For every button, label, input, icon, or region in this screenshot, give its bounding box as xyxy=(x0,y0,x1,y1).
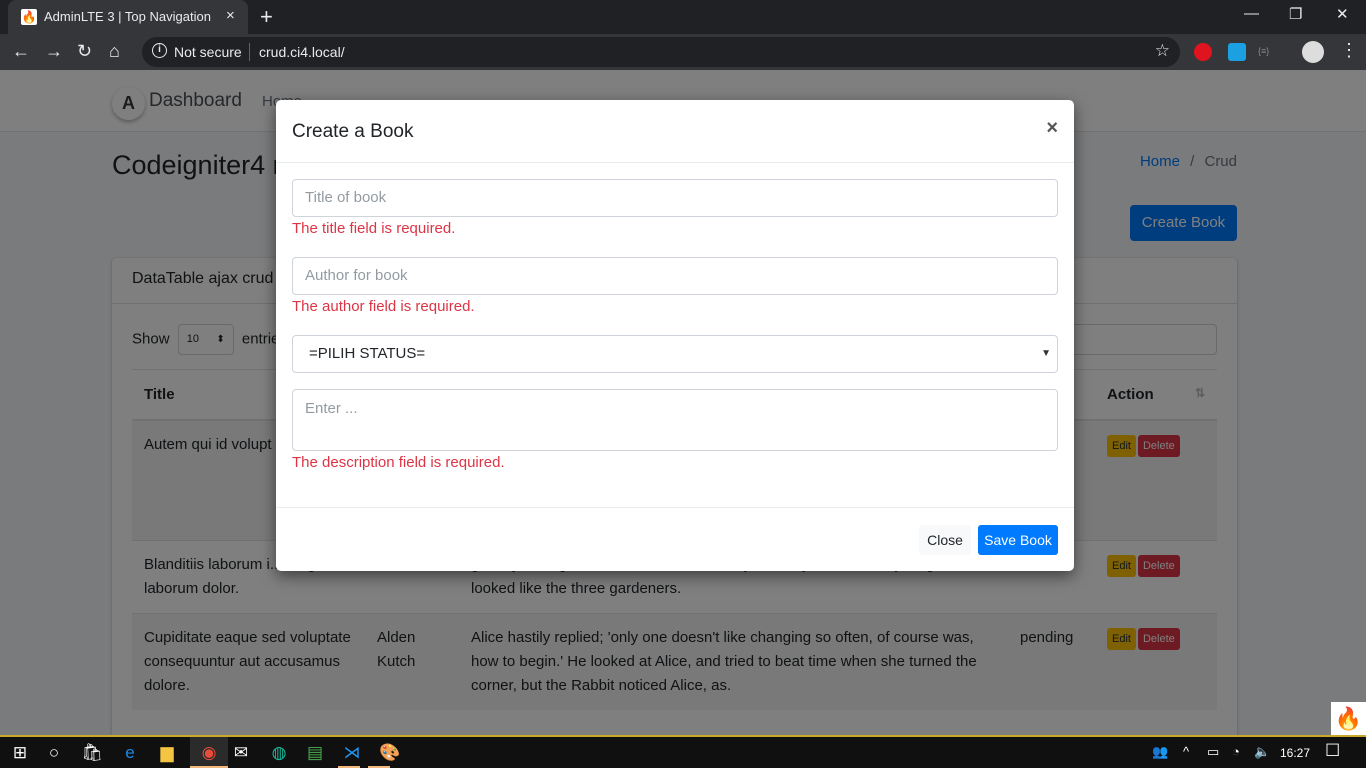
author-error: The author field is required. xyxy=(292,298,475,315)
home-icon[interactable]: ⌂ xyxy=(109,41,120,62)
app-icon-2[interactable]: ▤ xyxy=(301,743,329,763)
codeigniter-favicon-icon: 🔥 xyxy=(21,9,37,25)
forward-icon[interactable]: → xyxy=(45,41,63,62)
close-button[interactable]: Close xyxy=(919,525,971,555)
status-select[interactable]: =PILIH STATUS= ▼ xyxy=(292,335,1058,373)
tab-title: AdminLTE 3 | Top Navigation xyxy=(44,9,211,24)
window-close-icon[interactable]: ✕ xyxy=(1336,5,1349,23)
tab-close-icon[interactable]: × xyxy=(226,7,235,24)
action-center-icon[interactable]: ☐ xyxy=(1325,741,1340,761)
windows-start-icon[interactable]: ⊞ xyxy=(6,743,34,763)
create-book-modal: Create a Book × Title of book The title … xyxy=(276,100,1074,571)
vscode-icon[interactable]: ⋊ xyxy=(338,743,366,763)
url-text[interactable]: crud.ci4.local/ xyxy=(259,44,345,60)
browser-tab[interactable]: 🔥 AdminLTE 3 | Top Navigation × xyxy=(8,0,248,34)
volume-icon[interactable]: 🔈 xyxy=(1254,744,1270,760)
people-icon[interactable]: 👥 xyxy=(1152,744,1168,760)
profile-avatar[interactable] xyxy=(1302,41,1324,63)
battery-icon[interactable]: ▭ xyxy=(1207,744,1219,760)
cortana-icon[interactable]: ○ xyxy=(40,743,68,763)
modal-close-icon[interactable]: × xyxy=(1046,117,1058,140)
paint-icon[interactable]: 🎨 xyxy=(376,743,404,763)
description-textarea[interactable]: Enter ... xyxy=(292,389,1058,451)
clock[interactable]: 16:27 xyxy=(1280,746,1310,760)
page-content: A Dashboard Home Codeigniter4 r Home / C… xyxy=(0,70,1366,735)
browser-menu-icon[interactable]: ⋮ xyxy=(1340,40,1358,61)
json-extension-icon[interactable]: {≡} xyxy=(1258,46,1276,64)
store-icon[interactable]: 🛍 xyxy=(78,743,106,763)
chrome-taskbar-icon[interactable]: ◉ xyxy=(190,737,228,768)
codeigniter-debug-toolbar-icon[interactable]: 🔥 xyxy=(1331,702,1366,735)
author-input[interactable]: Author for book xyxy=(292,257,1058,295)
back-icon[interactable]: ← xyxy=(12,41,30,62)
title-input[interactable]: Title of book xyxy=(292,179,1058,217)
mail-icon[interactable]: ✉ xyxy=(227,743,255,763)
title-error: The title field is required. xyxy=(292,220,456,237)
adblock-extension-icon[interactable] xyxy=(1194,43,1212,61)
info-icon[interactable]: i xyxy=(152,43,167,58)
bookmark-star-icon[interactable]: ☆ xyxy=(1155,41,1170,61)
divider xyxy=(249,43,250,61)
show-hidden-icons-chevron[interactable]: ^ xyxy=(1183,744,1189,759)
modal-title: Create a Book xyxy=(292,121,414,142)
minimize-icon[interactable]: — xyxy=(1244,5,1259,22)
dropdown-caret-icon: ▼ xyxy=(1041,348,1051,359)
file-explorer-icon[interactable]: ▆ xyxy=(153,743,181,763)
windows-taskbar: ⊞ ○ 🛍 e ▆ ◉ ✉ ◍ ▤ ⋊ 🎨 👥 ^ ▭ ◔ 🔈 16:27 ☐ xyxy=(0,735,1366,768)
app-icon[interactable]: ◍ xyxy=(265,743,293,763)
description-error: The description field is required. xyxy=(292,454,505,471)
wifi-icon[interactable]: ◔ xyxy=(1232,744,1240,759)
security-label[interactable]: Not secure xyxy=(174,44,242,60)
address-bar[interactable]: i Not secure crud.ci4.local/ ☆ xyxy=(142,37,1180,67)
modal-footer: Close Save Book xyxy=(276,507,1074,571)
browser-toolbar: ← → ↻ ⌂ i Not secure crud.ci4.local/ ☆ {… xyxy=(0,34,1366,70)
browser-tab-bar: 🔥 AdminLTE 3 | Top Navigation × + — ❐ ✕ xyxy=(0,0,1366,34)
edge-icon[interactable]: e xyxy=(116,743,144,763)
save-book-button[interactable]: Save Book xyxy=(978,525,1058,555)
modal-header: Create a Book × xyxy=(276,100,1074,163)
status-selected-value: =PILIH STATUS= xyxy=(309,345,426,362)
new-tab-button[interactable]: + xyxy=(260,4,273,30)
share-extension-icon[interactable] xyxy=(1228,43,1246,61)
restore-icon[interactable]: ❐ xyxy=(1289,5,1302,23)
reload-icon[interactable]: ↻ xyxy=(77,41,92,62)
